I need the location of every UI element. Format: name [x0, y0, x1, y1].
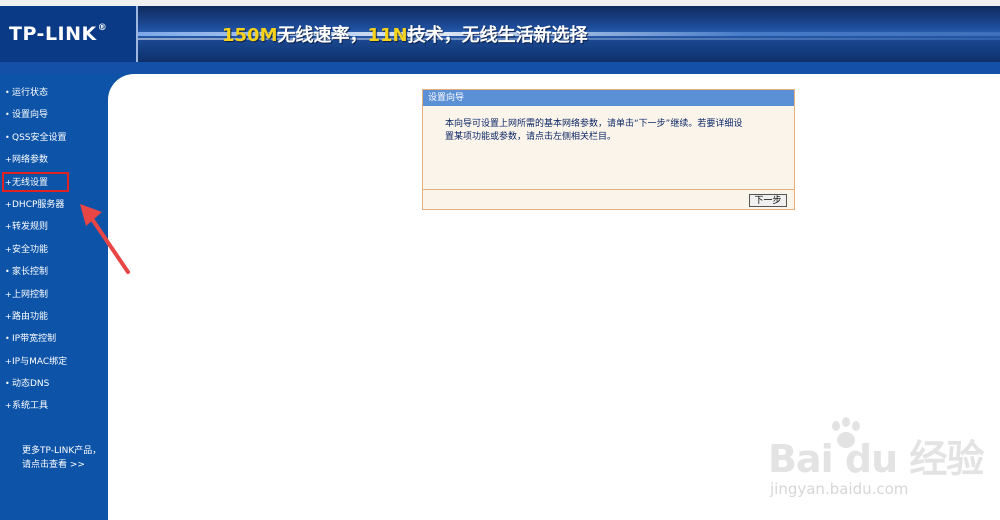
annotation-highlight-box	[2, 172, 69, 192]
sidebar-item-label: 系统工具	[12, 401, 49, 412]
plus-icon: +	[5, 401, 12, 411]
baidu-watermark: Bai du 经验 jingyan.baidu.com	[768, 410, 988, 500]
plus-icon: +	[5, 311, 12, 321]
logo-text: TP-LINK	[9, 23, 97, 45]
panel-body: 本向导可设置上网所需的基本网络参数，请单击“下一步”继续。若要详细设 置某项功能…	[445, 118, 775, 144]
sidebar-item-label: 动态DNS	[12, 379, 50, 390]
plus-icon: +	[5, 199, 12, 209]
bullet-icon: •	[5, 88, 10, 97]
plus-icon: +	[5, 155, 12, 165]
sidebar-item-label: 网络参数	[12, 155, 49, 166]
banner-slogan-11n: 11N	[367, 25, 408, 46]
more-products-line-2: 请点击查看 >>	[22, 460, 85, 470]
plus-icon: +	[5, 244, 12, 254]
sidebar-item-label: 运行状态	[12, 88, 49, 98]
sidebar-item-system-tools[interactable]: + 系统工具	[0, 400, 108, 422]
registered-mark: ®	[97, 23, 108, 33]
setup-wizard-panel: 设置向导 本向导可设置上网所需的基本网络参数，请单击“下一步”继续。若要详细设 …	[422, 89, 795, 210]
header-stripe	[0, 62, 1000, 74]
more-products-line-1: 更多TP-LINK产品，	[22, 446, 102, 456]
panel-divider	[423, 189, 794, 190]
tp-link-logo: TP-LINK®	[9, 23, 107, 45]
bullet-icon: •	[5, 110, 10, 120]
bullet-icon: •	[5, 267, 10, 277]
sidebar-item-routing[interactable]: + 路由功能	[0, 311, 108, 333]
logo-area: TP-LINK®	[0, 6, 138, 62]
panel-body-line-1: 本向导可设置上网所需的基本网络参数，请单击“下一步”继续。若要详细设	[445, 119, 743, 129]
sidebar-item-label: 上网控制	[12, 289, 49, 300]
watermark-brand: Bai du 经验	[768, 437, 984, 481]
sidebar-item-label: QSS安全设置	[12, 132, 67, 143]
annotation-arrow-icon	[80, 204, 130, 274]
header: TP-LINK® 150M无线速率，11N技术，无线生活新选择	[0, 6, 1000, 62]
sidebar-item-label: 安全功能	[12, 244, 49, 255]
sidebar-item-label: 转发规则	[12, 222, 49, 233]
plus-icon: +	[5, 289, 12, 299]
bullet-icon: •	[5, 334, 10, 344]
banner-slogan-text-2: 技术，无线生活新选择	[407, 25, 588, 46]
paw-icon	[832, 417, 860, 448]
sidebar-item-label: IP与MAC绑定	[12, 356, 68, 367]
banner-slogan-text-1: 无线速率，	[277, 25, 368, 46]
sidebar-item-ddns[interactable]: • 动态DNS	[0, 378, 108, 400]
plus-icon: +	[5, 222, 12, 232]
banner: 150M无线速率，11N技术，无线生活新选择	[138, 6, 1000, 62]
sidebar-item-label: 设置向导	[12, 110, 49, 121]
plus-icon: +	[5, 356, 12, 366]
sidebar-item-setup-wizard[interactable]: • 设置向导	[0, 109, 108, 131]
bullet-icon: •	[5, 379, 10, 389]
sidebar-item-label: 家长控制	[12, 267, 49, 278]
sidebar-item-status[interactable]: • 运行状态	[0, 87, 108, 109]
sidebar-item-bandwidth[interactable]: • IP带宽控制	[0, 333, 108, 355]
next-button[interactable]: 下一步	[749, 194, 787, 207]
banner-slogan: 150M无线速率，11N技术，无线生活新选择	[222, 21, 588, 47]
bullet-icon: •	[5, 132, 10, 142]
sidebar-item-label: DHCP服务器	[12, 199, 65, 210]
watermark-url: jingyan.baidu.com	[770, 480, 909, 498]
panel-body-line-2: 置某项功能或参数，请点击左侧相关栏目。	[445, 132, 617, 142]
sidebar-item-label: 路由功能	[12, 311, 49, 322]
sidebar-item-access-control[interactable]: + 上网控制	[0, 289, 108, 311]
banner-slogan-speed: 150M	[222, 25, 278, 46]
more-products-link[interactable]: 更多TP-LINK产品， 请点击查看 >>	[22, 444, 101, 472]
sidebar-item-qss[interactable]: • QSS安全设置	[0, 132, 108, 154]
sidebar-item-ip-mac[interactable]: + IP与MAC绑定	[0, 356, 108, 378]
sidebar-item-label: IP带宽控制	[12, 334, 57, 345]
panel-title: 设置向导	[423, 90, 794, 106]
